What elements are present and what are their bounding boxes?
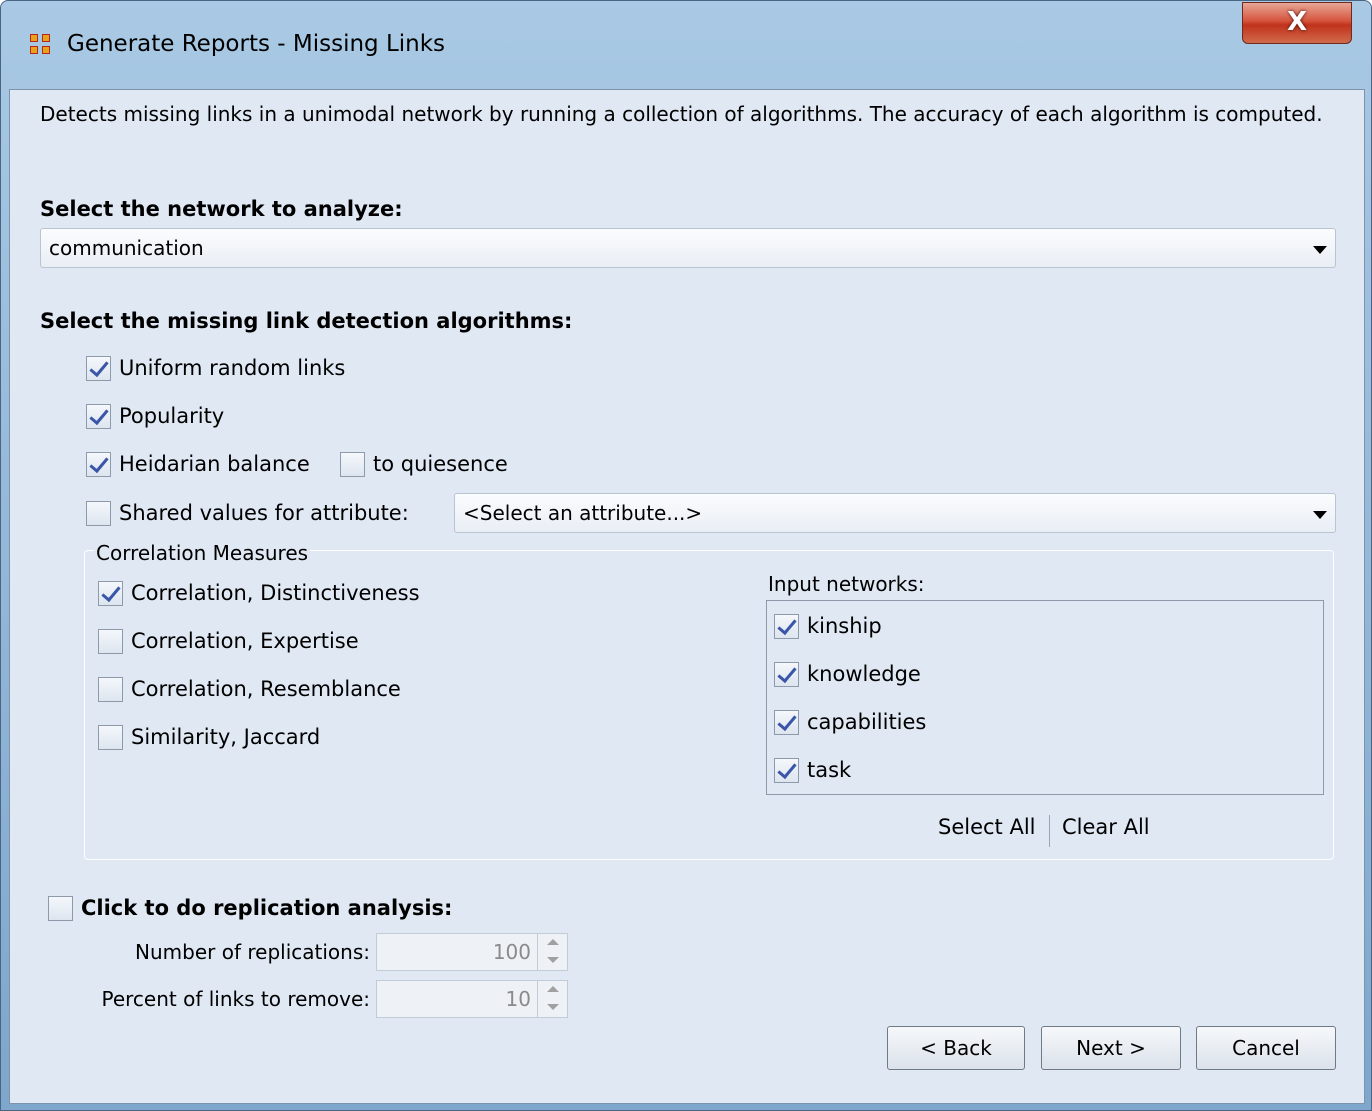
title-bar[interactable]: Generate Reports - Missing Links X	[1, 1, 1371, 89]
uniform-random-checkbox[interactable]: Uniform random links	[86, 352, 345, 384]
input-networks-label: Input networks:	[768, 572, 925, 596]
popularity-label: Popularity	[119, 404, 225, 428]
spin-up-icon[interactable]	[538, 981, 567, 999]
correlation-measures-title: Correlation Measures	[94, 541, 311, 565]
network-select-label: Select the network to analyze:	[40, 197, 403, 221]
cancel-button[interactable]: Cancel	[1196, 1026, 1336, 1070]
network-item-label: knowledge	[807, 662, 921, 686]
checkbox-checked-icon[interactable]	[774, 709, 799, 735]
spinner-buttons[interactable]	[537, 981, 567, 1017]
app-icon	[30, 34, 52, 56]
checkbox-unchecked-icon[interactable]	[48, 895, 73, 921]
algorithms-label: Select the missing link detection algori…	[40, 309, 573, 333]
clear-all-button[interactable]: Clear All	[1062, 815, 1150, 839]
correlation-item-label: Correlation, Distinctiveness	[131, 581, 420, 605]
shared-values-checkbox[interactable]: Shared values for attribute:	[86, 497, 409, 529]
checkbox-unchecked-icon[interactable]	[98, 724, 123, 750]
spinner-buttons[interactable]	[537, 934, 567, 970]
correlation-item-expertise[interactable]: Correlation, Expertise	[98, 625, 359, 657]
network-dropdown-value: communication	[49, 236, 204, 260]
correlation-item-jaccard[interactable]: Similarity, Jaccard	[98, 721, 320, 753]
quiesence-checkbox[interactable]: to quiesence	[340, 448, 508, 480]
percent-links-spinner[interactable]: 10	[376, 980, 568, 1018]
spin-down-icon[interactable]	[538, 952, 567, 970]
network-item-knowledge[interactable]: knowledge	[774, 658, 921, 690]
checkbox-checked-icon[interactable]	[774, 757, 799, 783]
network-item-kinship[interactable]: kinship	[774, 610, 882, 642]
network-item-task[interactable]: task	[774, 754, 851, 786]
separator	[1049, 815, 1050, 847]
percent-links-label: Percent of links to remove:	[101, 987, 370, 1011]
dropdown-arrow-icon	[1313, 511, 1327, 519]
network-item-capabilities[interactable]: capabilities	[774, 706, 926, 738]
checkbox-checked-icon[interactable]	[86, 355, 111, 381]
network-item-label: capabilities	[807, 710, 927, 734]
shared-values-label: Shared values for attribute:	[119, 501, 409, 525]
attribute-dropdown-value: <Select an attribute...>	[463, 501, 703, 525]
checkbox-checked-icon[interactable]	[86, 451, 111, 477]
checkbox-checked-icon[interactable]	[774, 613, 799, 639]
spin-down-icon[interactable]	[538, 999, 567, 1017]
network-item-label: kinship	[807, 614, 882, 638]
network-dropdown[interactable]: communication	[40, 228, 1336, 268]
checkbox-checked-icon[interactable]	[774, 661, 799, 687]
dropdown-arrow-icon	[1313, 246, 1327, 254]
num-replications-value: 100	[492, 940, 531, 964]
num-replications-label: Number of replications:	[135, 940, 370, 964]
correlation-item-label: Correlation, Resemblance	[131, 677, 401, 701]
dialog-window: Generate Reports - Missing Links X Detec…	[0, 0, 1372, 1111]
dialog-body: Detects missing links in a unimodal netw…	[9, 89, 1365, 1104]
checkbox-unchecked-icon[interactable]	[340, 451, 365, 477]
percent-links-value: 10	[505, 987, 531, 1011]
attribute-dropdown[interactable]: <Select an attribute...>	[454, 493, 1336, 533]
popularity-checkbox[interactable]: Popularity	[86, 400, 224, 432]
replication-label: Click to do replication analysis:	[81, 896, 453, 920]
checkbox-unchecked-icon[interactable]	[86, 500, 111, 526]
network-item-label: task	[807, 758, 852, 782]
close-button[interactable]: X	[1242, 2, 1352, 44]
spin-up-icon[interactable]	[538, 934, 567, 952]
select-all-button[interactable]: Select All	[938, 815, 1036, 839]
quiesence-label: to quiesence	[373, 452, 508, 476]
correlation-item-label: Similarity, Jaccard	[131, 725, 321, 749]
checkbox-unchecked-icon[interactable]	[98, 676, 123, 702]
correlation-item-resemblance[interactable]: Correlation, Resemblance	[98, 673, 401, 705]
checkbox-checked-icon[interactable]	[98, 580, 123, 606]
checkbox-checked-icon[interactable]	[86, 403, 111, 429]
description-text: Detects missing links in a unimodal netw…	[40, 102, 1323, 126]
window-title: Generate Reports - Missing Links	[67, 31, 446, 57]
correlation-item-distinctiveness[interactable]: Correlation, Distinctiveness	[98, 577, 420, 609]
correlation-item-label: Correlation, Expertise	[131, 629, 359, 653]
heidarian-label: Heidarian balance	[119, 452, 310, 476]
heidarian-checkbox[interactable]: Heidarian balance	[86, 448, 310, 480]
checkbox-unchecked-icon[interactable]	[98, 628, 123, 654]
num-replications-spinner[interactable]: 100	[376, 933, 568, 971]
uniform-random-label: Uniform random links	[119, 356, 346, 380]
back-button[interactable]: < Back	[887, 1026, 1025, 1070]
next-button[interactable]: Next >	[1041, 1026, 1181, 1070]
replication-checkbox[interactable]: Click to do replication analysis:	[48, 892, 452, 924]
